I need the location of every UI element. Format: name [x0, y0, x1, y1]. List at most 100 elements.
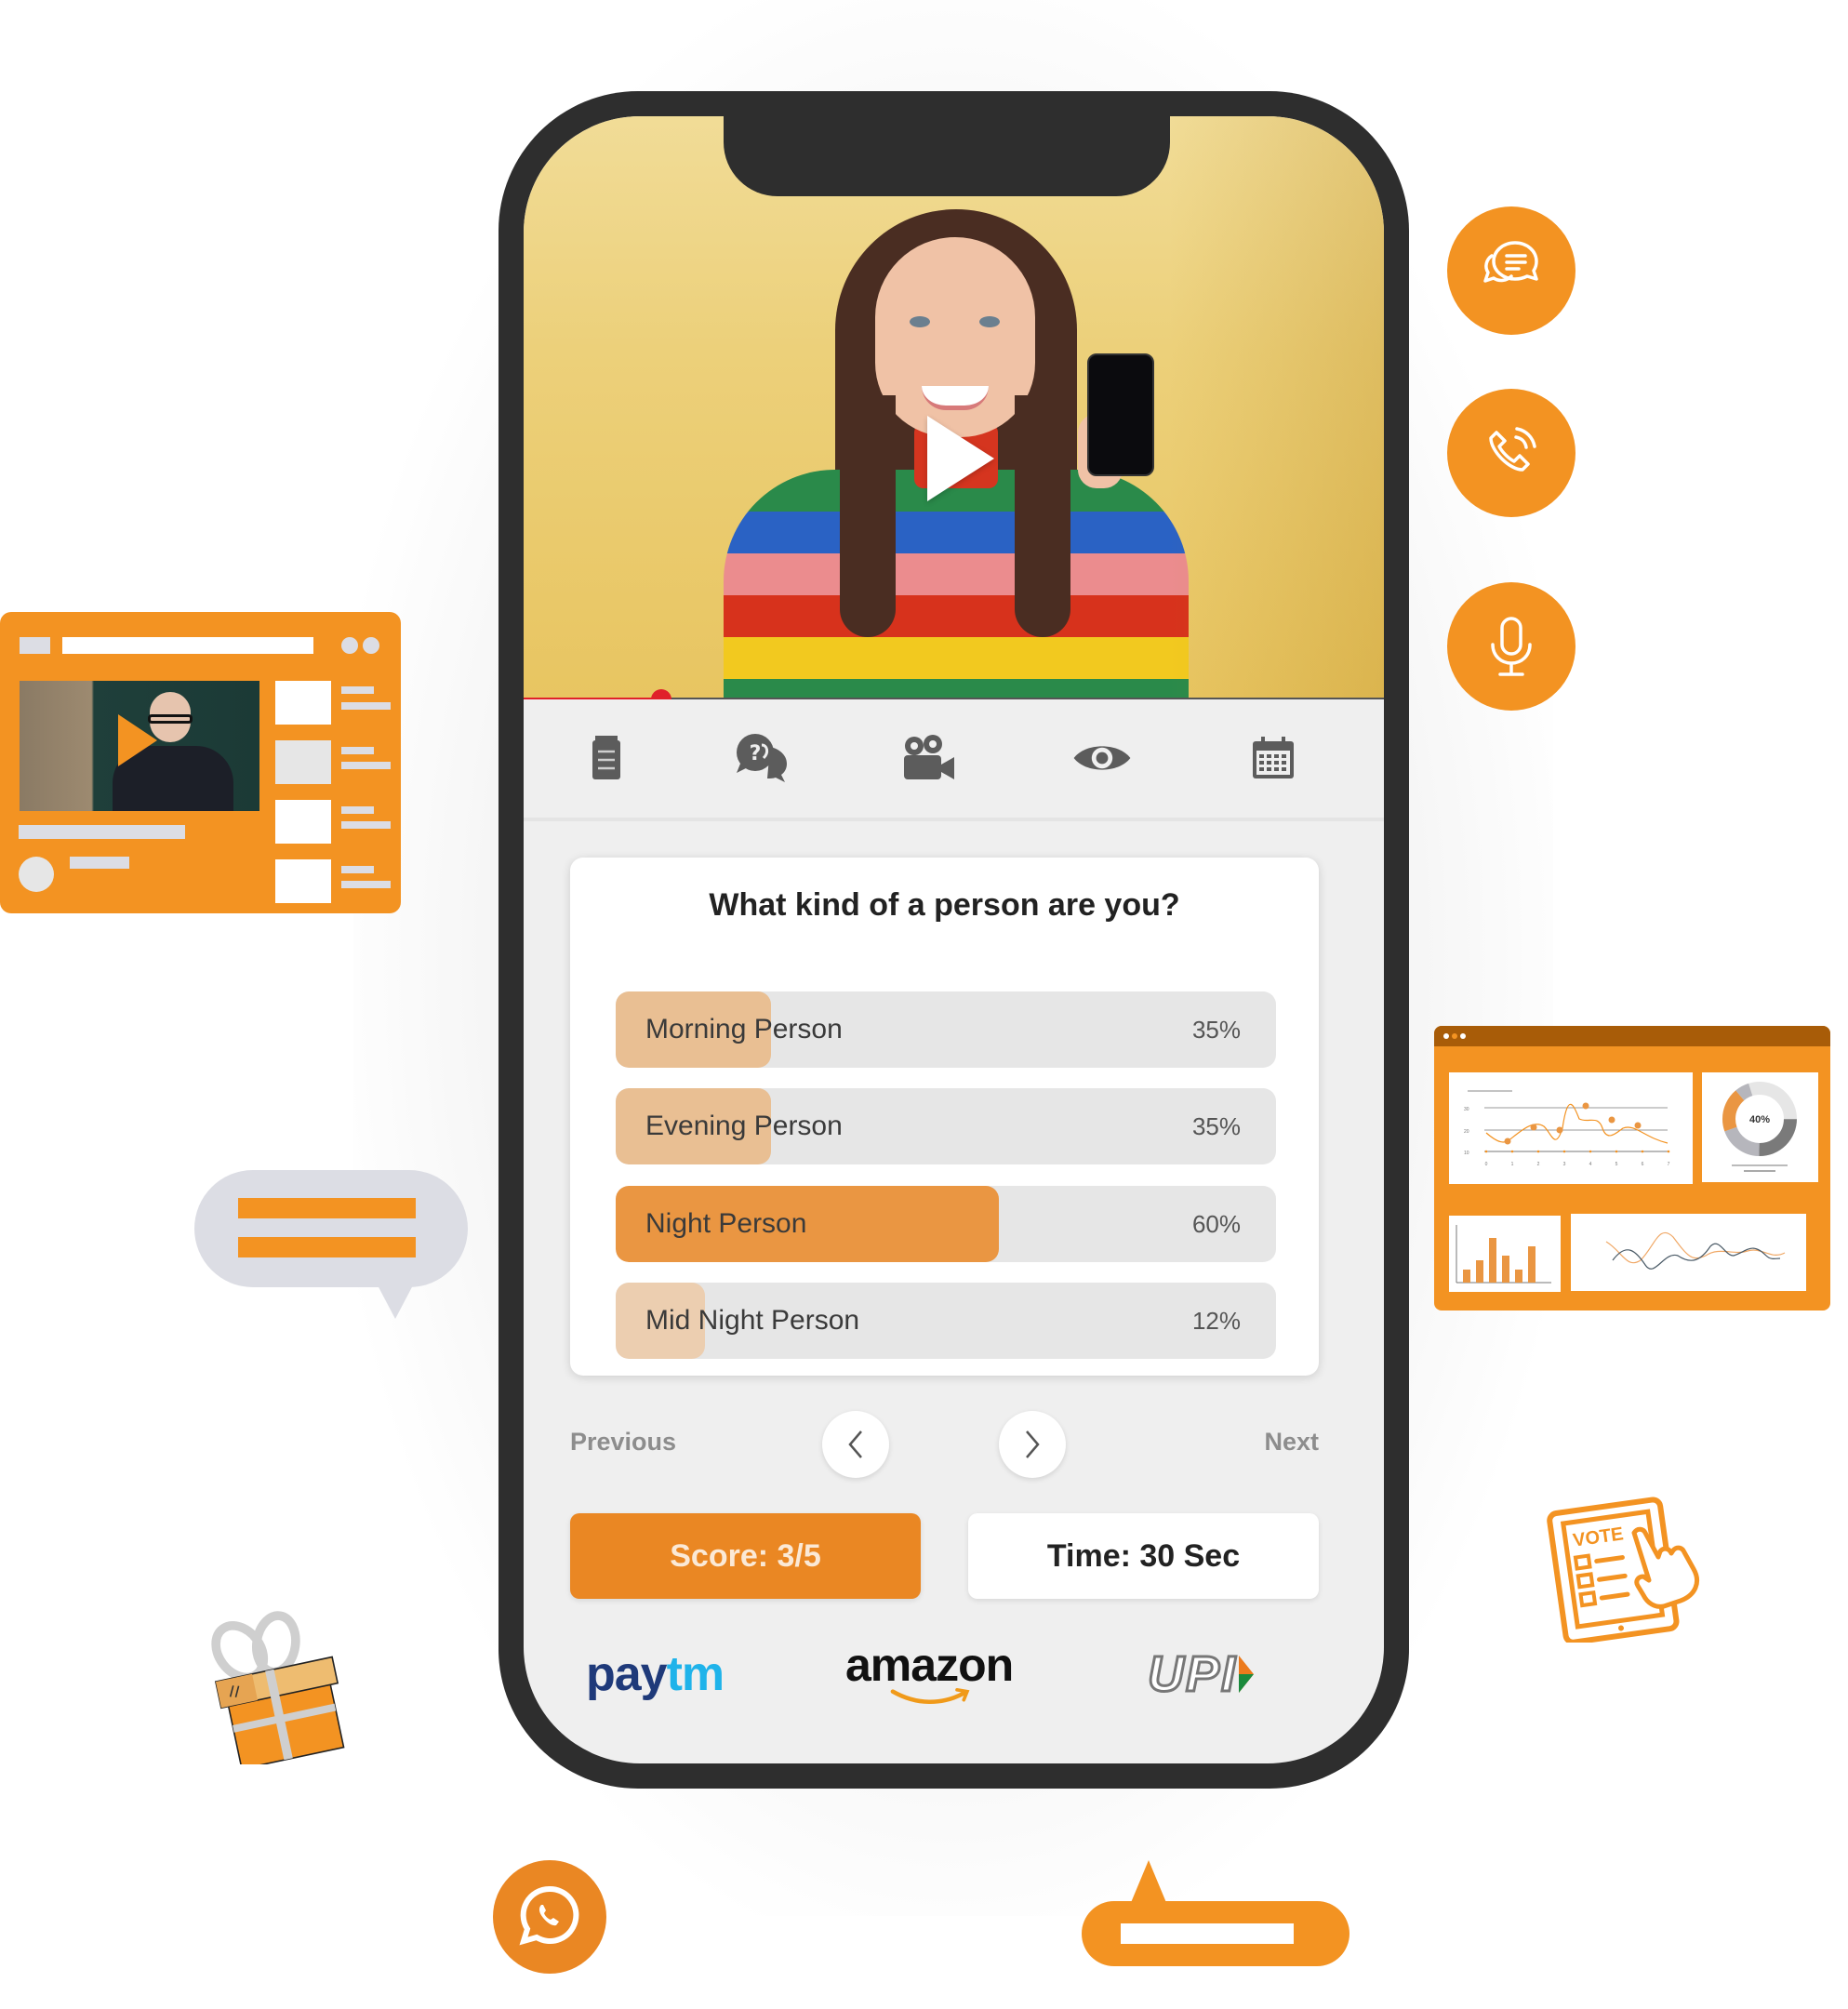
next-button[interactable] — [999, 1411, 1066, 1478]
x-tick: 4 — [1589, 1162, 1592, 1167]
poll-option-percent: 35% — [1191, 1112, 1241, 1140]
poll-option-label: Morning Person — [645, 1014, 843, 1044]
donut-chart-card: 40% — [1702, 1072, 1818, 1182]
video-player[interactable] — [524, 116, 1384, 699]
calendar-icon — [1253, 737, 1294, 778]
eye-icon — [1073, 746, 1131, 770]
video-progress-fill — [524, 698, 661, 699]
whatsapp-button[interactable] — [493, 1860, 606, 1974]
x-tick: 3 — [1563, 1162, 1566, 1167]
amazon-logo[interactable]: amazon — [845, 1639, 1014, 1707]
x-axis-dot — [1484, 1150, 1488, 1153]
poll-option[interactable]: Morning Person 35% — [616, 991, 1276, 1068]
bar-chart-card — [1449, 1216, 1561, 1292]
x-axis-dot — [1589, 1150, 1592, 1153]
bubble-line — [238, 1237, 416, 1257]
bar — [1515, 1270, 1522, 1283]
panel-related-thumb — [275, 800, 331, 844]
previous-button[interactable] — [822, 1411, 889, 1478]
poll-option-percent: 35% — [1191, 1016, 1241, 1044]
analytics-dashboard-panel: 30 20 10 0 1 2 3 4 5 6 7 40% — [1434, 1026, 1830, 1311]
multi-line-chart-card — [1571, 1214, 1806, 1291]
next-label[interactable]: Next — [1264, 1428, 1319, 1457]
upi-arrow-icon — [1239, 1656, 1255, 1693]
panel-channel-placeholder — [70, 857, 129, 869]
poll-card: What kind of a person are you? Morning P… — [570, 858, 1319, 1376]
thumb-play-icon — [118, 714, 157, 766]
paytm-logo-pay: pay — [586, 1647, 668, 1701]
poll-option-label: Mid Night Person — [645, 1305, 860, 1336]
paytm-logo-tm: tm — [666, 1647, 725, 1701]
chart-point — [1504, 1138, 1511, 1145]
phone-notch — [724, 116, 1170, 196]
line-chart: 30 20 10 0 1 2 3 4 5 6 7 — [1464, 1090, 1670, 1167]
phone-call-icon — [1489, 427, 1536, 472]
vote-text: VOTE — [1572, 1523, 1625, 1550]
bubble-line — [238, 1198, 416, 1218]
panel-related-thumb — [275, 681, 331, 725]
toolbar-qna-button[interactable]: ? — [733, 730, 792, 786]
panel-search-placeholder — [62, 637, 313, 654]
panel-related-line — [341, 821, 391, 829]
y-tick: 20 — [1464, 1129, 1469, 1135]
toolbar-calendar-button[interactable] — [1243, 730, 1303, 786]
panel-logo-placeholder — [20, 637, 50, 654]
feature-toolbar: ? — [524, 702, 1384, 818]
chat-action-button[interactable] — [1447, 206, 1575, 335]
x-tick: 7 — [1668, 1162, 1670, 1167]
chat-bubbles-icon — [1483, 241, 1538, 283]
donut-label: 40% — [1749, 1114, 1770, 1125]
panel-video-thumbnail[interactable] — [20, 681, 259, 811]
chart-point — [1608, 1116, 1615, 1124]
chart-point — [1582, 1102, 1589, 1110]
window-dot — [1443, 1033, 1449, 1039]
panel-related-line — [341, 702, 391, 710]
poll-option[interactable]: Night Person 60% — [616, 1186, 1276, 1262]
panel-related-line — [341, 686, 374, 694]
amazon-smile-icon — [890, 1688, 970, 1705]
panel-related-thumb — [275, 740, 331, 784]
toolbar-video-button[interactable] — [898, 730, 958, 786]
x-tick: 5 — [1615, 1162, 1618, 1167]
poll-option-label: Evening Person — [645, 1111, 843, 1141]
poll-option-percent: 60% — [1191, 1210, 1241, 1238]
previous-label[interactable]: Previous — [570, 1428, 676, 1457]
toolbar-notes-button[interactable] — [577, 730, 636, 786]
speech-bubble-tail — [1130, 1860, 1167, 1905]
line-chart-card: 30 20 10 0 1 2 3 4 5 6 7 — [1449, 1072, 1693, 1184]
chevron-right-icon — [1026, 1430, 1040, 1458]
amazon-logo-text: amazon — [845, 1639, 1014, 1691]
score-badge: Score: 3/5 — [570, 1513, 921, 1599]
microphone-action-button[interactable] — [1447, 582, 1575, 711]
poll-option[interactable]: Evening Person 35% — [616, 1088, 1276, 1164]
paytm-logo[interactable]: pay tm — [586, 1642, 725, 1707]
panel-related-thumb — [275, 859, 331, 903]
video-shade — [524, 116, 1384, 699]
panel-avatar-placeholder — [19, 857, 54, 892]
window-dot — [1460, 1033, 1466, 1039]
upi-logo-text: UPI — [1146, 1645, 1238, 1704]
poll-option[interactable]: Mid Night Person 12% — [616, 1283, 1276, 1359]
panel-dot — [341, 637, 358, 654]
panel-related-line — [341, 866, 374, 873]
chart-point — [1634, 1122, 1642, 1129]
chart-point — [1530, 1124, 1537, 1131]
microphone-icon — [1491, 617, 1532, 676]
chat-bubble-tail — [377, 1284, 414, 1319]
phone-device: ? What kind of a person are you? Morning… — [499, 91, 1409, 1789]
panel-title-placeholder — [19, 825, 185, 839]
speech-bubble-line — [1121, 1923, 1294, 1944]
toolbar-views-button[interactable] — [1072, 730, 1132, 786]
x-axis-dot — [1510, 1150, 1514, 1153]
chart-point — [1556, 1126, 1563, 1134]
call-action-button[interactable] — [1447, 389, 1575, 517]
question-chat-icon: ? — [737, 734, 787, 782]
play-icon[interactable] — [927, 416, 994, 501]
upi-logo[interactable]: UPI — [1146, 1642, 1257, 1707]
timer-badge: Time: 30 Sec — [968, 1513, 1319, 1599]
x-tick: 6 — [1642, 1162, 1644, 1167]
x-tick: 2 — [1537, 1162, 1540, 1167]
whatsapp-icon — [519, 1885, 579, 1946]
notepad-icon — [592, 736, 620, 779]
poll-option-percent: 12% — [1191, 1307, 1241, 1335]
